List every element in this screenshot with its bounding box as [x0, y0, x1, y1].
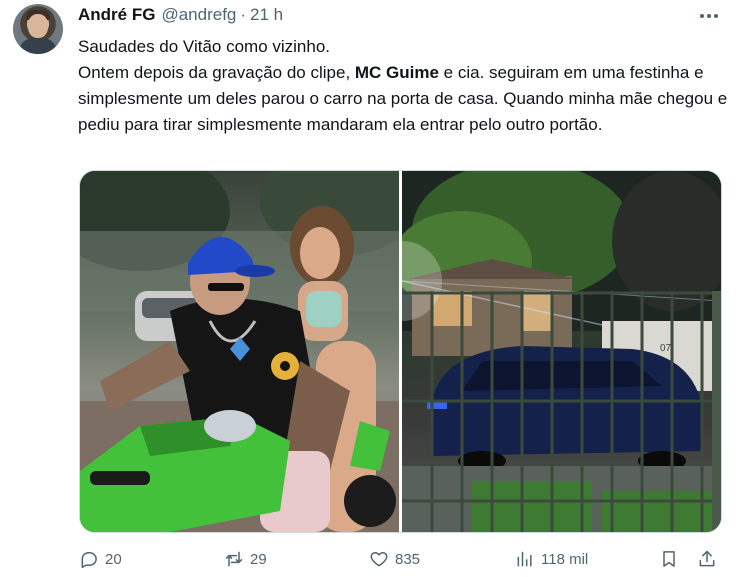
tweet-time[interactable]: 21 h — [250, 5, 283, 25]
views-count: 118 mil — [541, 550, 589, 568]
like-button[interactable]: 835 — [369, 545, 420, 573]
repost-button[interactable]: 29 — [224, 545, 267, 573]
reply-count: 20 — [105, 550, 122, 568]
like-count: 835 — [395, 550, 421, 568]
tweet-line-1: Saudades do Vitão como vizinho. — [78, 37, 331, 56]
more-icon[interactable] — [697, 6, 721, 26]
author-handle[interactable]: @andrefg — [161, 5, 236, 25]
photo-motorcycle-illustration — [80, 171, 399, 532]
repost-count: 29 — [250, 550, 267, 568]
tweet-text-before: Ontem depois da gravação do clipe, — [78, 63, 355, 82]
author-name[interactable]: André FG — [78, 5, 155, 25]
avatar-shirt — [19, 38, 57, 54]
bookmark-button[interactable] — [659, 545, 679, 573]
tweet-header: André FG @andrefg · 21 h — [78, 5, 283, 25]
more-dot — [707, 14, 711, 18]
avatar-face — [28, 14, 48, 38]
more-dot — [714, 14, 718, 18]
photo-parked-car-illustration: 07 — [402, 171, 721, 532]
action-bar: 20 29 835 118 mil — [79, 545, 719, 573]
share-button[interactable] — [697, 545, 717, 573]
avatar[interactable] — [13, 4, 63, 54]
media-grid: 07 — [79, 170, 722, 533]
share-icon — [699, 550, 715, 567]
tweet-text: Saudades do Vitão como vizinho. Ontem de… — [78, 34, 728, 138]
wall-number: 07 — [660, 343, 672, 354]
views-icon — [517, 551, 532, 567]
photo-parked-car[interactable]: 07 — [402, 171, 721, 532]
photo-motorcycle[interactable] — [80, 171, 399, 532]
mention: MC Guime — [354, 63, 439, 82]
heart-icon — [370, 552, 388, 567]
comment-icon — [81, 552, 97, 569]
bookmark-icon — [663, 551, 675, 567]
more-dot — [700, 14, 704, 18]
separator-dot: · — [240, 5, 247, 24]
views-button[interactable]: 118 mil — [515, 545, 588, 573]
reply-button[interactable]: 20 — [79, 545, 122, 573]
repost-icon — [225, 551, 243, 567]
tweet-paragraph: Ontem depois da gravação do clipe, MC Gu… — [78, 60, 728, 138]
